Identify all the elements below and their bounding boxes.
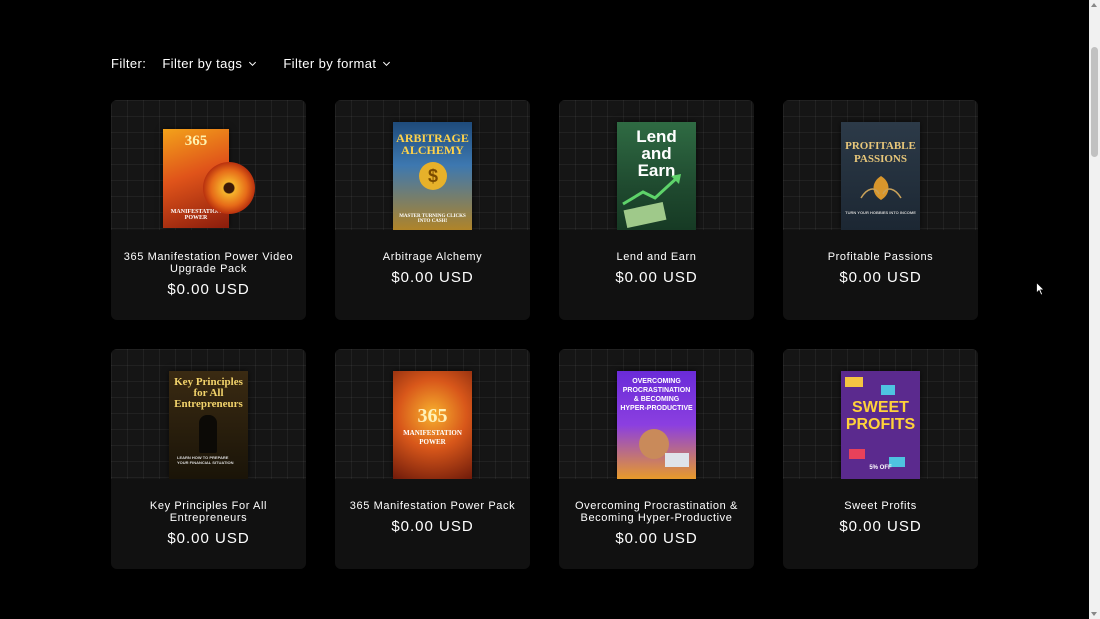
- filter-by-format-button[interactable]: Filter by format: [283, 56, 391, 71]
- store-page: Filter: Filter by tags Filter by format …: [0, 0, 1089, 619]
- product-price: $0.00 USD: [391, 518, 474, 535]
- product-title[interactable]: Lend and Earn: [571, 251, 742, 263]
- chevron-down-icon: [249, 61, 257, 66]
- product-price: $0.00 USD: [167, 530, 250, 547]
- product-price: $0.00 USD: [839, 518, 922, 535]
- product-price: $0.00 USD: [615, 269, 698, 286]
- chevron-down-icon: [383, 61, 391, 66]
- laptop-icon: [665, 453, 689, 467]
- filter-by-tags-label: Filter by tags: [162, 55, 243, 71]
- scrollbar-thumb[interactable]: [1091, 47, 1098, 157]
- product-title[interactable]: 365 Manifestation Power Video Upgrade Pa…: [123, 251, 294, 275]
- product-cover-image: OVERCOMING PROCRASTINATION & BECOMING HY…: [617, 371, 696, 479]
- product-image[interactable]: Key Principles for All Entrepreneurs LEA…: [111, 349, 306, 479]
- product-title[interactable]: Key Principles For All Entrepreneurs: [123, 500, 294, 524]
- filter-by-tags-button[interactable]: Filter by tags: [162, 56, 257, 71]
- product-cover-image: Lend and Earn: [617, 122, 696, 230]
- product-title[interactable]: 365 Manifestation Power Pack: [347, 500, 518, 512]
- product-card[interactable]: 365 MANIFESTATION POWER 365 Manifestatio…: [111, 100, 306, 320]
- product-card[interactable]: OVERCOMING PROCRASTINATION & BECOMING HY…: [559, 349, 754, 569]
- product-image[interactable]: SWEET PROFITS 5% OFF: [783, 349, 978, 479]
- product-title[interactable]: Profitable Passions: [795, 251, 966, 263]
- product-card[interactable]: SWEET PROFITS 5% OFF Sweet Profits $0.00…: [783, 349, 978, 569]
- mouse-pointer-icon: [1036, 282, 1045, 296]
- filter-by-format-label: Filter by format: [283, 55, 377, 71]
- product-card[interactable]: 365 MANIFESTATION POWER 365 Manifestatio…: [335, 349, 530, 569]
- scroll-up-arrow-icon[interactable]: [1091, 3, 1097, 7]
- product-card[interactable]: PROFITABLE PASSIONS TURN YOUR HOBBIES IN…: [783, 100, 978, 320]
- coin-dollar-icon: $: [419, 162, 447, 190]
- product-card[interactable]: Lend and Earn Lend and Earn $0.00 USD: [559, 100, 754, 320]
- scroll-down-arrow-icon[interactable]: [1091, 612, 1097, 616]
- product-title[interactable]: Sweet Profits: [795, 500, 966, 512]
- product-price: $0.00 USD: [615, 530, 698, 547]
- businessman-figure: [199, 415, 217, 453]
- product-image[interactable]: 365 MANIFESTATION POWER: [111, 100, 306, 230]
- product-title[interactable]: Arbitrage Alchemy: [347, 251, 518, 263]
- product-price: $0.00 USD: [167, 281, 250, 298]
- product-dvd-disc: [203, 162, 255, 214]
- product-card[interactable]: ARBITRAGE ALCHEMY $ MASTER TURNING CLICK…: [335, 100, 530, 320]
- product-image[interactable]: ARBITRAGE ALCHEMY $ MASTER TURNING CLICK…: [335, 100, 530, 230]
- vertical-scrollbar[interactable]: [1089, 0, 1100, 619]
- product-cover-image: SWEET PROFITS 5% OFF: [841, 371, 920, 479]
- product-price: $0.00 USD: [839, 269, 922, 286]
- product-card[interactable]: Key Principles for All Entrepreneurs LEA…: [111, 349, 306, 569]
- leaf-emblem-icon: [860, 176, 902, 200]
- product-image[interactable]: Lend and Earn: [559, 100, 754, 230]
- product-cover-image: PROFITABLE PASSIONS TURN YOUR HOBBIES IN…: [841, 122, 920, 230]
- product-image[interactable]: 365 MANIFESTATION POWER: [335, 349, 530, 479]
- filter-label: Filter:: [111, 55, 147, 71]
- product-price: $0.00 USD: [391, 269, 474, 286]
- product-title[interactable]: Overcoming Procrastination & Becoming Hy…: [571, 500, 742, 524]
- product-cover-image: Key Principles for All Entrepreneurs LEA…: [169, 371, 248, 479]
- product-cover-image: ARBITRAGE ALCHEMY $ MASTER TURNING CLICK…: [393, 122, 472, 230]
- product-cover-image: 365 MANIFESTATION POWER: [393, 371, 472, 479]
- product-image[interactable]: OVERCOMING PROCRASTINATION & BECOMING HY…: [559, 349, 754, 479]
- product-image[interactable]: PROFITABLE PASSIONS TURN YOUR HOBBIES IN…: [783, 100, 978, 230]
- filter-bar: Filter: Filter by tags Filter by format: [111, 54, 417, 72]
